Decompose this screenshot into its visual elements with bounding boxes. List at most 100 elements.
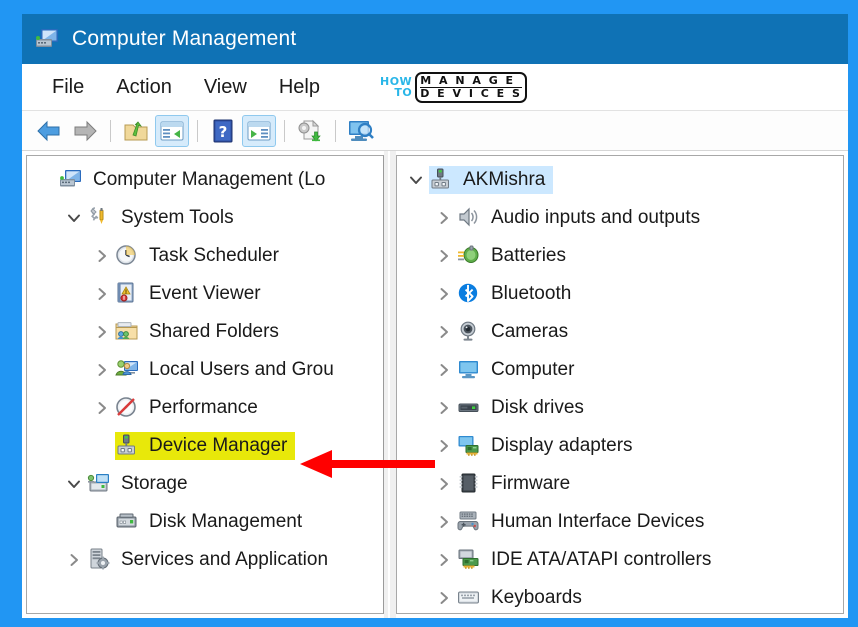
task-scheduler-icon [115,244,141,268]
update-driver-button[interactable] [293,115,327,147]
tree-item-label: System Tools [121,207,234,228]
tree-item[interactable]: Shared Folders [27,313,383,351]
brand-how-to: HOW TO [380,76,412,98]
tree-item-label: Computer [491,359,575,380]
menu-action[interactable]: Action [100,74,188,101]
tree-item-label: Local Users and Grou [149,359,334,380]
tree-item-label: Cameras [491,321,569,342]
brand-box: M A N A G E D E V I C E S [415,71,527,103]
tree-item-label: Firmware [491,473,571,494]
tree-item-label: Shared Folders [149,321,279,342]
tree-item[interactable]: Disk Management [27,503,383,541]
expand-chevron-right-icon[interactable] [89,248,115,264]
expand-chevron-right-icon[interactable] [431,400,457,416]
console-tree-pane[interactable]: Computer Management (Lo System Tools Task … [26,155,384,614]
tree-item[interactable]: Disk drives [397,389,843,427]
help-button[interactable]: ? [206,115,240,147]
tree-item[interactable]: Human Interface Devices [397,503,843,541]
tree-item[interactable]: Event Viewer [27,275,383,313]
system-tools-icon [87,206,113,230]
device-manager-icon [115,434,141,458]
menu-file[interactable]: File [36,74,100,101]
expand-chevron-right-icon[interactable] [431,324,457,340]
tree-item-label: Task Scheduler [149,245,279,266]
window-title: Computer Management [72,27,297,50]
toolbar-separator-4 [335,119,336,142]
menu-help[interactable]: Help [263,74,336,101]
title-bar: Computer Management [22,14,848,64]
expand-chevron-right-icon[interactable] [89,286,115,302]
expand-chevron-right-icon[interactable] [89,362,115,378]
expand-chevron-right-icon[interactable] [61,552,87,568]
tree-item[interactable]: Display adapters [397,427,843,465]
tree-item[interactable]: Firmware [397,465,843,503]
expand-chevron-right-icon[interactable] [431,514,457,530]
computer-management-window: Computer Management File Action View Hel… [22,14,848,618]
disk-management-icon [115,510,141,534]
tree-item-label: Computer Management (Lo [93,169,326,190]
tree-item-label: Performance [149,397,258,418]
tree-item[interactable]: Storage [27,465,383,503]
disk-drive-icon [457,396,483,420]
brand-manage-text: M A N A G E [420,73,516,87]
services-apps-icon [87,548,113,572]
show-hide-action-pane-button[interactable] [242,114,276,147]
toolbar-separator-2 [197,119,198,142]
tree-item[interactable]: Bluetooth [397,275,843,313]
tree-item-label: Bluetooth [491,283,572,304]
expand-chevron-down-icon[interactable] [61,210,87,226]
tree-item[interactable]: Task Scheduler [27,237,383,275]
expand-chevron-right-icon[interactable] [431,286,457,302]
device-manager-pane[interactable]: AKMishra Audio inputs and outputs Batterie… [396,155,844,614]
menu-view[interactable]: View [188,74,263,101]
tree-item-label: IDE ATA/ATAPI controllers [491,549,712,570]
svg-text:?: ? [219,123,228,141]
tree-item-label: Disk drives [491,397,584,418]
expand-chevron-right-icon[interactable] [89,400,115,416]
expand-chevron-down-icon[interactable] [61,476,87,492]
scan-hardware-changes-button[interactable] [344,115,378,147]
keyboard-icon [457,586,483,610]
tree-item[interactable]: Cameras [397,313,843,351]
tree-item[interactable]: Computer Management (Lo [27,161,383,199]
expand-chevron-right-icon[interactable] [431,476,457,492]
audio-speaker-icon [457,206,483,230]
tree-item[interactable]: AKMishra [397,161,843,199]
tree-item[interactable]: Performance [27,389,383,427]
tree-item-label: Disk Management [149,511,303,532]
performance-icon [115,396,141,420]
device-tree: AKMishra Audio inputs and outputs Batterie… [397,156,843,613]
tree-item[interactable]: Local Users and Grou [27,351,383,389]
shared-folders-icon [115,320,141,344]
firmware-chip-icon [457,472,483,496]
forward-button[interactable] [68,115,102,147]
back-button[interactable] [32,115,66,147]
tree-item[interactable]: Audio inputs and outputs [397,199,843,237]
toolbar-separator-3 [284,119,285,142]
computer-management-icon [34,26,60,52]
tree-item[interactable]: Device Manager [27,427,383,465]
show-hide-console-tree-button[interactable] [155,114,189,147]
gamepad-icon [457,510,483,534]
tree-item[interactable]: Services and Application [27,541,383,579]
expand-chevron-right-icon[interactable] [431,552,457,568]
expand-chevron-right-icon[interactable] [431,248,457,264]
tree-item-label: Device Manager [149,435,288,456]
tree-item[interactable]: Computer [397,351,843,389]
expand-chevron-right-icon[interactable] [431,590,457,606]
expand-chevron-right-icon[interactable] [431,210,457,226]
expand-chevron-right-icon[interactable] [431,438,457,454]
up-one-level-button[interactable] [119,115,153,147]
brand-devices-text: D E V I C E S [420,86,522,100]
bluetooth-icon [457,282,483,306]
tree-item[interactable]: IDE ATA/ATAPI controllers [397,541,843,579]
expand-chevron-right-icon[interactable] [431,362,457,378]
toolbar: ? [22,111,848,151]
expand-chevron-down-icon[interactable] [403,172,429,188]
tree-item-label: Storage [121,473,188,494]
pane-splitter[interactable] [384,151,396,618]
tree-item[interactable]: Keyboards [397,579,843,613]
expand-chevron-right-icon[interactable] [89,324,115,340]
tree-item[interactable]: Batteries [397,237,843,275]
tree-item[interactable]: System Tools [27,199,383,237]
